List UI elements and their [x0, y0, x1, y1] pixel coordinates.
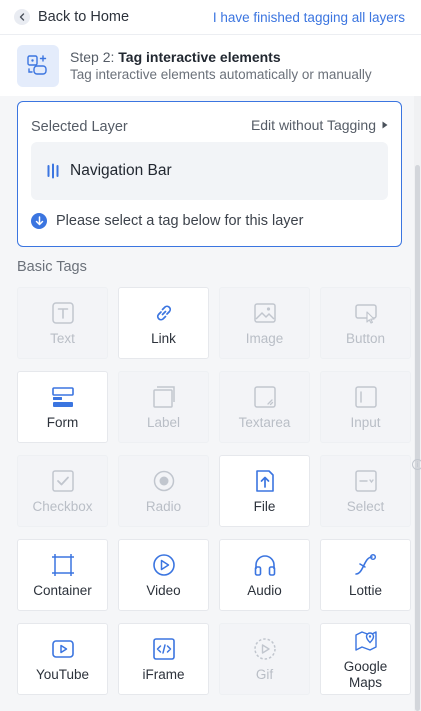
tag-tile-input: Input — [320, 371, 411, 443]
tag-tile-lottie[interactable]: Lottie — [320, 539, 411, 611]
arrow-down-icon — [31, 213, 47, 229]
back-to-home-label: Back to Home — [38, 9, 130, 25]
tag-tile-gif: Gif — [219, 623, 310, 695]
form-icon — [50, 384, 76, 410]
tag-tile-label: Button — [345, 330, 386, 346]
step-title: Step 2: Tag interactive elements — [70, 49, 372, 66]
tag-tile-label: Label — [118, 371, 209, 443]
tag-tile-label: Input — [350, 414, 381, 430]
select-tag-hint: Please select a tag below for this layer — [31, 213, 303, 229]
tag-tile-audio[interactable]: Audio — [219, 539, 310, 611]
tag-tile-label: Textarea — [238, 414, 291, 430]
tag-tile-label: File — [253, 498, 276, 514]
basic-tags-grid: Text Link Image Button Form Label Textarea Inpu… — [17, 287, 421, 695]
step-prefix: Step 2: — [70, 48, 119, 65]
iframe-icon — [151, 636, 177, 662]
finish-tagging-link[interactable]: I have finished tagging all layers — [213, 10, 405, 25]
tag-tile-textarea: Textarea — [219, 371, 310, 443]
gif-icon — [252, 636, 278, 662]
step-heading: Tag interactive elements — [118, 48, 281, 65]
step-subtitle: Tag interactive elements automatically o… — [70, 66, 372, 82]
edit-without-tagging-button[interactable]: Edit without Tagging — [251, 117, 388, 133]
selected-layer-title: Selected Layer — [31, 119, 128, 135]
link-icon — [151, 300, 177, 326]
tag-tile-radio: Radio — [118, 455, 209, 527]
tag-tile-label: Link — [151, 330, 176, 346]
tag-tile-label: Image — [245, 330, 284, 346]
tag-tile-label: Select — [346, 498, 385, 514]
file-icon — [252, 468, 278, 494]
caret-right-icon — [382, 121, 388, 129]
tag-tile-label: Radio — [145, 498, 182, 514]
tag-tile-button: Button — [320, 287, 411, 359]
text-icon — [50, 300, 76, 326]
step-text: Step 2: Tag interactive elements Tag int… — [70, 49, 372, 83]
tag-tile-label: Lottie — [348, 582, 383, 598]
input-icon — [353, 384, 379, 410]
tag-tile-select: Select i — [320, 455, 421, 527]
tag-tile-label: Text — [50, 330, 75, 346]
tag-tile-text: Text — [17, 287, 108, 359]
tag-tile-label: Video — [146, 582, 181, 598]
tag-elements-icon — [17, 44, 59, 87]
selected-layer-card: Selected Layer Edit without Tagging Navi… — [17, 101, 402, 247]
basic-tags-title: Basic Tags — [17, 259, 87, 275]
tag-tile-label: Audio — [247, 582, 282, 598]
radio-icon — [151, 468, 177, 494]
top-bar: Back to Home I have finished tagging all… — [0, 0, 421, 34]
chevron-left-icon — [14, 9, 30, 25]
selected-layer-box: Navigation Bar — [31, 142, 388, 200]
selected-layer-name: Navigation Bar — [70, 162, 172, 179]
tag-tile-container[interactable]: Container — [17, 539, 108, 611]
button-icon — [353, 300, 379, 326]
video-icon — [151, 552, 177, 578]
edit-without-tagging-label: Edit without Tagging — [250, 117, 376, 133]
label-icon — [151, 384, 177, 410]
tag-tile-form[interactable]: Form — [17, 371, 108, 443]
select-icon — [353, 468, 379, 494]
checkbox-icon — [50, 468, 76, 494]
step-header: Step 2: Tag interactive elements Tag int… — [0, 34, 421, 96]
tag-tile-label: Form — [46, 414, 79, 430]
container-icon — [50, 552, 76, 578]
audio-icon — [252, 552, 278, 578]
tag-tile-link[interactable]: Link — [118, 287, 209, 359]
textarea-icon — [252, 384, 278, 410]
tag-tile-label: Label — [146, 414, 181, 430]
tag-tile-label: Google Maps — [343, 658, 388, 690]
back-to-home-button[interactable]: Back to Home — [14, 9, 129, 25]
tag-tile-label: Container — [33, 582, 92, 598]
image-icon — [252, 300, 278, 326]
tag-tile-image: Image — [219, 287, 310, 359]
youtube-icon — [50, 636, 76, 662]
tag-tile-label: iFrame — [142, 666, 185, 682]
select-tag-hint-text: Please select a tag below for this layer — [56, 213, 304, 229]
tag-tile-label: Gif — [255, 666, 274, 682]
navigation-bar-icon — [47, 163, 59, 179]
tag-tile-checkbox: Checkbox — [17, 455, 108, 527]
lottie-icon — [353, 552, 379, 578]
google-maps-icon — [353, 628, 379, 654]
tag-tile-file[interactable]: File — [219, 455, 310, 527]
tag-tile-label: Checkbox — [32, 498, 93, 514]
tag-tile-video[interactable]: Video — [118, 539, 209, 611]
tag-tile-youtube[interactable]: YouTube — [17, 623, 108, 695]
tag-tile-label: YouTube — [35, 666, 90, 682]
info-icon[interactable]: i — [412, 459, 421, 470]
tag-tile-iframe[interactable]: iFrame — [118, 623, 209, 695]
tag-tile-google-maps[interactable]: Google Maps — [320, 623, 411, 695]
